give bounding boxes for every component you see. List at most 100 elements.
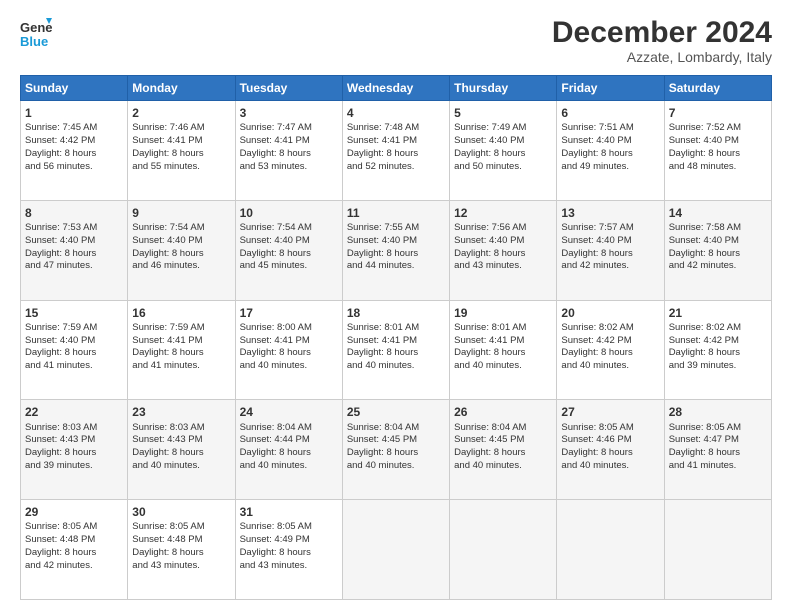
day-info-line: and 45 minutes. [240, 260, 338, 273]
day-number: 5 [454, 105, 552, 121]
day-info-line: Sunrise: 8:02 AM [669, 322, 767, 335]
day-info-line: Sunrise: 8:04 AM [347, 422, 445, 435]
day-number: 4 [347, 105, 445, 121]
table-row: 5Sunrise: 7:49 AMSunset: 4:40 PMDaylight… [450, 101, 557, 201]
day-info-line: Daylight: 8 hours [454, 447, 552, 460]
table-row: 28Sunrise: 8:05 AMSunset: 4:47 PMDayligh… [664, 400, 771, 500]
day-info-line: Sunset: 4:41 PM [347, 135, 445, 148]
day-info-line: Sunrise: 7:47 AM [240, 122, 338, 135]
day-number: 21 [669, 305, 767, 321]
table-row: 23Sunrise: 8:03 AMSunset: 4:43 PMDayligh… [128, 400, 235, 500]
day-header-tuesday: Tuesday [235, 76, 342, 101]
calendar: SundayMondayTuesdayWednesdayThursdayFrid… [20, 75, 772, 600]
day-info-line: Daylight: 8 hours [132, 248, 230, 261]
day-info-line: Sunrise: 7:51 AM [561, 122, 659, 135]
day-info-line: Sunset: 4:48 PM [25, 534, 123, 547]
table-row: 20Sunrise: 8:02 AMSunset: 4:42 PMDayligh… [557, 300, 664, 400]
day-info-line: Daylight: 8 hours [454, 248, 552, 261]
day-info-line: Sunrise: 8:01 AM [347, 322, 445, 335]
day-info-line: Sunrise: 7:53 AM [25, 222, 123, 235]
day-info-line: Sunrise: 7:58 AM [669, 222, 767, 235]
table-row: 26Sunrise: 8:04 AMSunset: 4:45 PMDayligh… [450, 400, 557, 500]
day-info-line: Sunrise: 8:04 AM [240, 422, 338, 435]
day-number: 6 [561, 105, 659, 121]
day-info-line: Sunset: 4:41 PM [240, 135, 338, 148]
day-info-line: Sunset: 4:40 PM [454, 135, 552, 148]
day-number: 22 [25, 404, 123, 420]
day-info-line: and 55 minutes. [132, 161, 230, 174]
day-info-line: and 52 minutes. [347, 161, 445, 174]
day-info-line: Daylight: 8 hours [669, 248, 767, 261]
day-info-line: Daylight: 8 hours [669, 148, 767, 161]
day-info-line: Daylight: 8 hours [25, 547, 123, 560]
day-info-line: Sunrise: 8:05 AM [132, 521, 230, 534]
day-info-line: Sunrise: 8:05 AM [25, 521, 123, 534]
table-row: 2Sunrise: 7:46 AMSunset: 4:41 PMDaylight… [128, 101, 235, 201]
day-info-line: and 42 minutes. [25, 560, 123, 573]
day-info-line: Daylight: 8 hours [25, 248, 123, 261]
day-info-line: and 41 minutes. [669, 460, 767, 473]
day-info-line: and 39 minutes. [669, 360, 767, 373]
table-row [342, 500, 449, 600]
day-number: 8 [25, 205, 123, 221]
day-info-line: Sunset: 4:40 PM [561, 235, 659, 248]
day-info-line: Sunset: 4:40 PM [132, 235, 230, 248]
day-info-line: Sunrise: 8:05 AM [669, 422, 767, 435]
day-info-line: Sunrise: 7:49 AM [454, 122, 552, 135]
table-row [557, 500, 664, 600]
day-info-line: Daylight: 8 hours [240, 347, 338, 360]
day-info-line: Daylight: 8 hours [240, 447, 338, 460]
day-info-line: Daylight: 8 hours [132, 148, 230, 161]
day-number: 7 [669, 105, 767, 121]
table-row: 15Sunrise: 7:59 AMSunset: 4:40 PMDayligh… [21, 300, 128, 400]
logo: General Blue [20, 16, 52, 52]
day-info-line: Sunrise: 7:59 AM [132, 322, 230, 335]
day-info-line: Sunrise: 7:55 AM [347, 222, 445, 235]
day-info-line: Daylight: 8 hours [454, 148, 552, 161]
day-info-line: and 49 minutes. [561, 161, 659, 174]
day-info-line: and 47 minutes. [25, 260, 123, 273]
svg-text:Blue: Blue [20, 34, 48, 49]
day-info-line: Daylight: 8 hours [561, 447, 659, 460]
day-number: 13 [561, 205, 659, 221]
header: General Blue December 2024 Azzate, Lomba… [20, 16, 772, 65]
table-row: 18Sunrise: 8:01 AMSunset: 4:41 PMDayligh… [342, 300, 449, 400]
main-title: December 2024 [552, 16, 772, 49]
day-info-line: Daylight: 8 hours [25, 148, 123, 161]
day-info-line: Sunrise: 8:03 AM [25, 422, 123, 435]
table-row: 7Sunrise: 7:52 AMSunset: 4:40 PMDaylight… [664, 101, 771, 201]
day-number: 3 [240, 105, 338, 121]
day-info-line: and 46 minutes. [132, 260, 230, 273]
day-info-line: Sunset: 4:41 PM [132, 335, 230, 348]
day-info-line: Sunrise: 8:01 AM [454, 322, 552, 335]
day-number: 14 [669, 205, 767, 221]
table-row: 10Sunrise: 7:54 AMSunset: 4:40 PMDayligh… [235, 200, 342, 300]
day-info-line: Sunset: 4:40 PM [240, 235, 338, 248]
day-info-line: Sunrise: 8:05 AM [240, 521, 338, 534]
day-info-line: Sunset: 4:40 PM [25, 335, 123, 348]
day-info-line: Sunrise: 8:00 AM [240, 322, 338, 335]
day-info-line: Sunrise: 8:02 AM [561, 322, 659, 335]
day-info-line: Sunset: 4:41 PM [454, 335, 552, 348]
table-row: 6Sunrise: 7:51 AMSunset: 4:40 PMDaylight… [557, 101, 664, 201]
day-info-line: Sunset: 4:42 PM [25, 135, 123, 148]
day-number: 19 [454, 305, 552, 321]
day-info-line: Daylight: 8 hours [347, 248, 445, 261]
day-info-line: Sunset: 4:40 PM [669, 135, 767, 148]
day-info-line: Daylight: 8 hours [240, 547, 338, 560]
day-number: 9 [132, 205, 230, 221]
page: General Blue December 2024 Azzate, Lomba… [0, 0, 792, 612]
day-info-line: Daylight: 8 hours [132, 347, 230, 360]
table-row: 31Sunrise: 8:05 AMSunset: 4:49 PMDayligh… [235, 500, 342, 600]
day-info-line: Sunset: 4:40 PM [454, 235, 552, 248]
table-row: 30Sunrise: 8:05 AMSunset: 4:48 PMDayligh… [128, 500, 235, 600]
day-info-line: Daylight: 8 hours [240, 248, 338, 261]
day-info-line: Sunset: 4:45 PM [454, 434, 552, 447]
day-number: 2 [132, 105, 230, 121]
day-info-line: and 40 minutes. [240, 460, 338, 473]
table-row: 17Sunrise: 8:00 AMSunset: 4:41 PMDayligh… [235, 300, 342, 400]
day-number: 10 [240, 205, 338, 221]
day-info-line: Daylight: 8 hours [669, 447, 767, 460]
day-number: 17 [240, 305, 338, 321]
day-info-line: Sunset: 4:40 PM [25, 235, 123, 248]
